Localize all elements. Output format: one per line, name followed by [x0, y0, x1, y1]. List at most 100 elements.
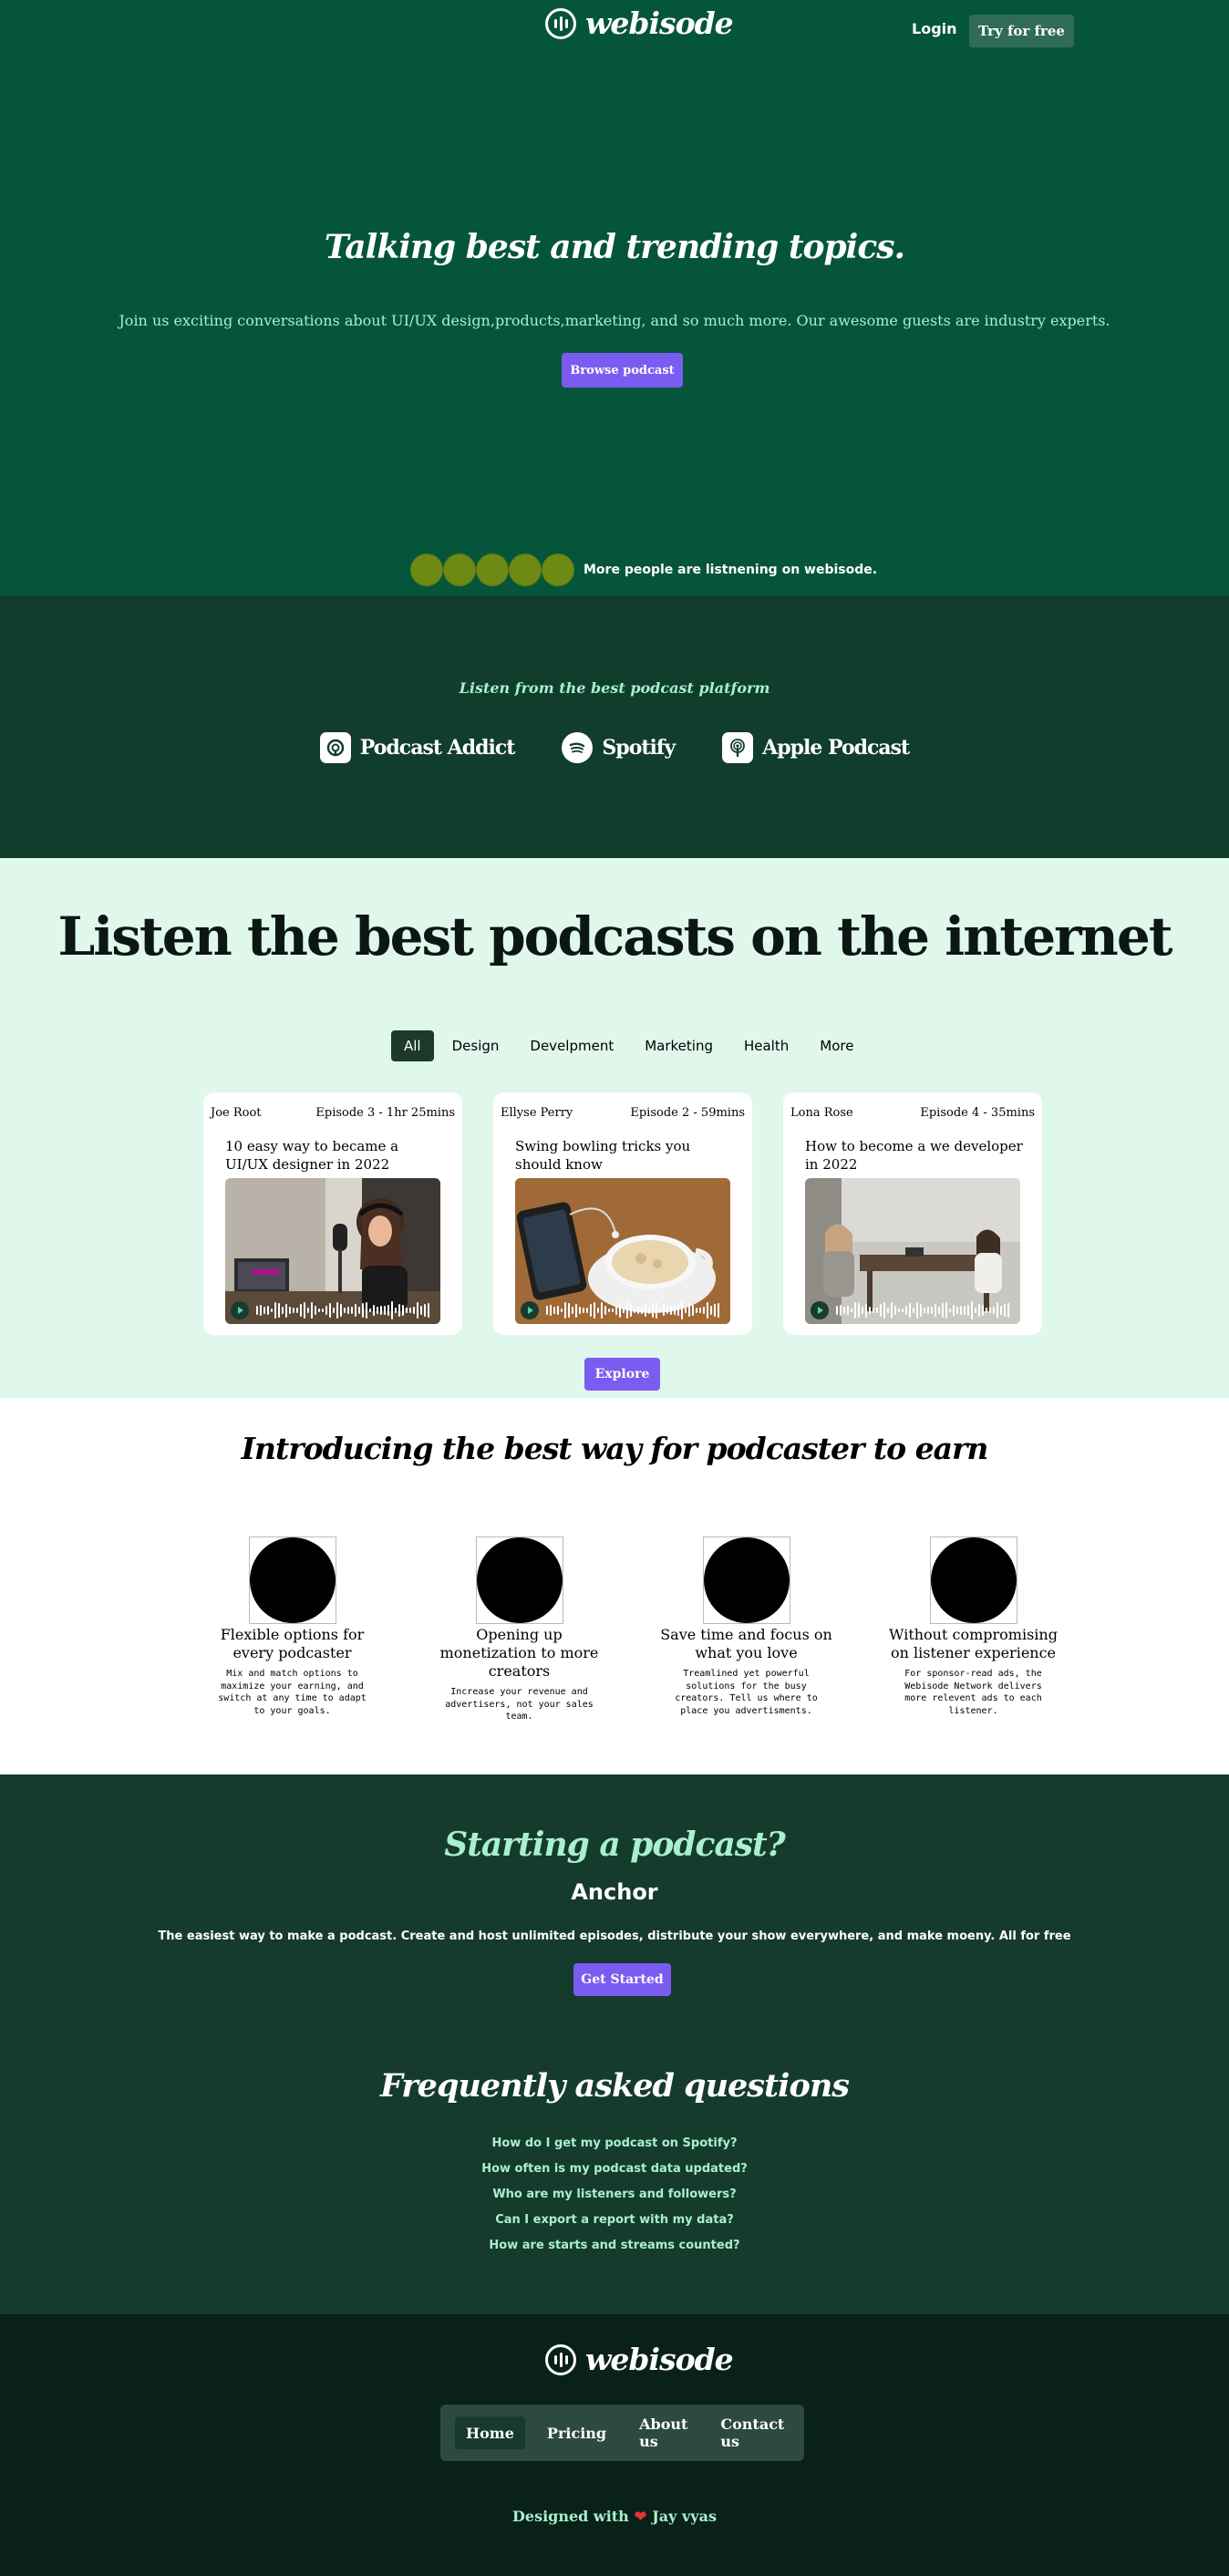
tab-marketing[interactable]: Marketing	[632, 1030, 726, 1061]
card-author: Joe Root	[211, 1106, 262, 1120]
play-icon[interactable]	[231, 1301, 249, 1319]
feature-title: Without compromising on listener experie…	[889, 1626, 1058, 1661]
heart-icon: ❤	[634, 2508, 647, 2525]
card-thumbnail	[225, 1178, 440, 1324]
listeners-text: More people are listnening on webisode.	[584, 563, 878, 577]
browse-podcast-button[interactable]: Browse podcast	[562, 353, 683, 388]
feature-image	[248, 1536, 336, 1624]
spotify-icon	[562, 732, 594, 763]
feature-list: Flexible options for every podcaster Mix…	[202, 1536, 1063, 1723]
play-icon[interactable]	[521, 1301, 539, 1319]
platform-label: Apple Podcast	[762, 736, 910, 760]
category-tabs: All Design Develpment Marketing Health M…	[391, 1030, 872, 1061]
footer-link-pricing[interactable]: Pricing	[536, 2416, 617, 2449]
faq-item[interactable]: Can I export a report with my data?	[0, 2212, 1229, 2238]
feature-description: Increase your revenue and advertisers, n…	[445, 1687, 594, 1722]
platform-label: Podcast Addict	[359, 736, 516, 760]
hero-title: Talking best and trending topics.	[324, 228, 905, 266]
card-episode: Episode 2 - 59mins	[630, 1106, 745, 1120]
avatar	[410, 553, 443, 586]
podcasts-title: Listen the best podcasts on the internet	[57, 905, 1172, 967]
faq-list: How do I get my podcast on Spotify? How …	[0, 2136, 1229, 2263]
faq-item[interactable]: How do I get my podcast on Spotify?	[0, 2136, 1229, 2161]
feature-title: Save time and focus on what you love	[660, 1626, 832, 1661]
listener-avatars: More people are listnening on webisode.	[410, 553, 877, 586]
waveform	[256, 1299, 429, 1321]
feature-description: Mix and match options to maximize your e…	[218, 1669, 367, 1716]
anchor-title: Starting a podcast?	[444, 1826, 786, 1864]
login-link[interactable]: Login	[912, 20, 957, 37]
feature-title: Opening up monetization to more creators	[439, 1626, 599, 1680]
credit-author: Jay vyas	[652, 2508, 717, 2525]
get-started-button[interactable]: Get Started	[573, 1963, 671, 1996]
waveform	[546, 1299, 719, 1321]
hero-subtitle: Join us exciting conversations about UI/…	[119, 312, 1110, 329]
card-thumbnail	[805, 1178, 1020, 1324]
feature-item: Opening up monetization to more creators…	[429, 1536, 609, 1723]
podcast-cards: Joe Root Episode 3 - 1hr 25mins 10 easy …	[203, 1092, 1042, 1335]
card-episode: Episode 3 - 1hr 25mins	[315, 1106, 455, 1120]
card-episode: Episode 4 - 35mins	[920, 1106, 1035, 1120]
feature-image	[929, 1536, 1017, 1624]
platforms-title: Listen from the best podcast platform	[459, 679, 770, 697]
credit: Designed with ❤ Jay vyas	[0, 2508, 1229, 2525]
faq-item[interactable]: Who are my listeners and followers?	[0, 2187, 1229, 2212]
podcast-card[interactable]: Lona Rose Episode 4 - 35mins How to beco…	[783, 1092, 1042, 1335]
avatar	[476, 553, 509, 586]
feature-image	[475, 1536, 563, 1624]
podcasts-section: Listen the best podcasts on the internet…	[0, 858, 1229, 1398]
logo-icon	[545, 2343, 576, 2375]
anchor-description: The easiest way to make a podcast. Creat…	[158, 1929, 1071, 1943]
feature-image	[702, 1536, 790, 1624]
feature-item: Without compromising on listener experie…	[883, 1536, 1063, 1723]
card-title: Swing bowling tricks you should know	[515, 1138, 691, 1173]
tab-more[interactable]: More	[807, 1030, 866, 1061]
card-thumbnail	[515, 1178, 730, 1324]
platform-label: Spotify	[602, 736, 676, 760]
apple-podcast-icon	[722, 732, 754, 763]
faq-item[interactable]: How are starts and streams counted?	[0, 2238, 1229, 2263]
platform-apple-podcast[interactable]: Apple Podcast	[722, 732, 910, 763]
earn-section: Introducing the best way for podcaster t…	[0, 1398, 1229, 1774]
credit-prefix: Designed with	[512, 2508, 629, 2525]
avatar	[509, 553, 542, 586]
footer-link-home[interactable]: Home	[455, 2416, 525, 2449]
platform-spotify[interactable]: Spotify	[562, 732, 676, 763]
footer-nav: Home Pricing About us Contact us	[440, 2405, 804, 2461]
platforms-section: Listen from the best podcast platform Po…	[0, 595, 1229, 858]
feature-item: Flexible options for every podcaster Mix…	[202, 1536, 382, 1723]
earn-title: Introducing the best way for podcaster t…	[241, 1431, 989, 1466]
footer-link-about[interactable]: About us	[628, 2416, 698, 2450]
avatar	[542, 553, 574, 586]
feature-description: Treamlined yet powerful solutions for th…	[675, 1669, 818, 1716]
platform-list: Podcast Addict Spotify Apple Podcast	[0, 732, 1229, 763]
audio-player	[515, 1297, 730, 1324]
tab-development[interactable]: Develpment	[517, 1030, 626, 1061]
play-icon[interactable]	[811, 1301, 829, 1319]
card-title: How to become a we developer in 2022	[805, 1138, 1023, 1173]
audio-player	[225, 1297, 440, 1324]
podcast-addict-icon	[319, 732, 351, 763]
logo-text: webisode	[585, 5, 734, 41]
tab-health[interactable]: Health	[731, 1030, 801, 1061]
footer-link-contact[interactable]: Contact us	[709, 2416, 795, 2450]
try-for-free-button[interactable]: Try for free	[969, 15, 1074, 47]
card-author: Ellyse Perry	[501, 1106, 573, 1120]
logo[interactable]: webisode	[545, 5, 734, 41]
platform-podcast-addict[interactable]: Podcast Addict	[319, 732, 516, 763]
card-title: 10 easy way to became a UI/UX designer i…	[225, 1138, 399, 1173]
tab-design[interactable]: Design	[439, 1030, 512, 1061]
card-author: Lona Rose	[790, 1106, 853, 1120]
faq-item[interactable]: How often is my podcast data updated?	[0, 2161, 1229, 2187]
avatar	[443, 553, 476, 586]
tab-all[interactable]: All	[391, 1030, 434, 1061]
feature-title: Flexible options for every podcaster	[220, 1626, 365, 1661]
podcast-card[interactable]: Ellyse Perry Episode 2 - 59mins Swing bo…	[493, 1092, 752, 1335]
logo-icon	[545, 7, 576, 39]
podcast-card[interactable]: Joe Root Episode 3 - 1hr 25mins 10 easy …	[203, 1092, 462, 1335]
explore-button[interactable]: Explore	[584, 1358, 660, 1391]
footer-logo[interactable]: webisode	[545, 2342, 734, 2377]
feature-description: For sponsor-read ads, the Webisode Netwo…	[904, 1669, 1042, 1716]
anchor-subtitle: Anchor	[571, 1879, 658, 1905]
hero-section: webisode Login Try for free Talking best…	[0, 0, 1229, 595]
